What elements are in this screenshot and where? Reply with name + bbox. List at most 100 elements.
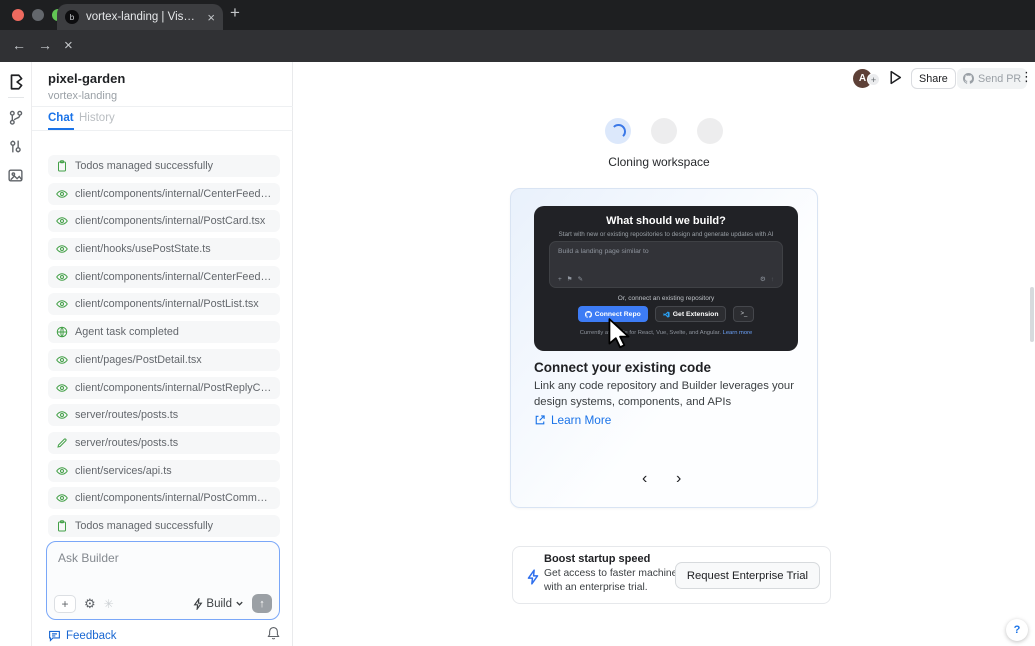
attach-plus-button[interactable]: + — [54, 594, 76, 613]
globe-icon — [56, 326, 68, 338]
help-button[interactable]: ? — [1006, 619, 1028, 641]
list-item-label: client/services/api.ts — [75, 464, 172, 477]
main-menu-kebab-icon[interactable]: ⋮ — [1020, 69, 1033, 85]
screenshot-buttons: Connect Repo Get Extension >_ — [534, 306, 798, 322]
tab-history[interactable]: History — [79, 112, 115, 124]
lightning-icon — [193, 597, 203, 610]
eye-icon — [56, 382, 68, 394]
list-item[interactable]: server/routes/posts.ts — [48, 431, 280, 454]
ask-builder-composer[interactable]: Ask Builder + ⚙ ✳ Build ↑ — [46, 541, 280, 620]
spinner-icon — [610, 123, 626, 139]
get-extension-button: Get Extension — [654, 306, 727, 322]
browser-toolbar: ← → × builder.io/app/projects/ec38a8fae3… — [0, 30, 1035, 88]
send-pr-button[interactable]: Send PR — [957, 68, 1028, 89]
tab-favicon-icon: b — [65, 10, 79, 24]
share-button[interactable]: Share — [911, 68, 956, 89]
project-title: pixel-garden — [48, 71, 126, 86]
request-enterprise-trial-button[interactable]: Request Enterprise Trial — [674, 562, 820, 589]
enterprise-promo-card: Boost startup speed Get access to faster… — [512, 546, 831, 604]
list-item-label: server/routes/posts.ts — [75, 409, 179, 422]
list-item[interactable]: client/components/internal/CenterFeed.ts… — [48, 265, 280, 288]
integrations-icon[interactable] — [7, 138, 25, 156]
sparkle-icon: ✳ — [103, 596, 114, 611]
tab-close-icon[interactable]: × — [207, 10, 215, 25]
new-tab-button[interactable]: + — [230, 3, 240, 23]
list-item[interactable]: Todos managed successfully — [48, 155, 280, 177]
eye-icon — [56, 298, 68, 310]
carousel-next-button[interactable]: › — [676, 470, 681, 488]
vscode-icon — [663, 310, 670, 318]
github-icon — [584, 310, 592, 318]
browser-tab[interactable]: b vortex-landing | Visual Editor × — [57, 4, 223, 30]
list-item-label: client/pages/PostDetail.tsx — [75, 353, 202, 366]
feedback-label: Feedback — [66, 629, 117, 642]
builder-app: pixel-garden vortex-landing Chat History… — [0, 62, 1035, 646]
stop-loading-button[interactable]: × — [64, 37, 73, 54]
list-item[interactable]: Agent task completed — [48, 321, 280, 344]
tab-chat[interactable]: Chat — [48, 112, 74, 130]
rail-divider — [8, 97, 24, 98]
clipboard-icon — [56, 520, 68, 532]
workspace-name: vortex-landing — [48, 90, 118, 102]
chat-sidebar: pixel-garden vortex-landing Chat History… — [32, 62, 293, 646]
flag-icon: ⚑ — [566, 276, 573, 283]
tab-title: vortex-landing | Visual Editor — [86, 11, 200, 23]
chevron-down-icon — [236, 601, 243, 606]
builder-logo-icon[interactable] — [7, 73, 25, 91]
product-screenshot: What should we build? Start with new or … — [534, 206, 798, 351]
window-close-button[interactable] — [12, 9, 24, 21]
eye-icon — [56, 465, 68, 477]
notifications-bell-icon[interactable] — [267, 626, 280, 645]
composer-toolbar: + ⚙ ✳ Build ↑ — [54, 594, 272, 613]
sidebar-tabs: Chat History — [32, 107, 293, 131]
screenshot-prompt-input: Build a landing page similar to + ⚑ ✎ ⚙ … — [549, 241, 783, 288]
list-item-label: Agent task completed — [75, 326, 179, 339]
list-item[interactable]: Todos managed successfully — [48, 514, 280, 537]
carousel-prev-button[interactable]: ‹ — [642, 470, 647, 488]
list-item[interactable]: client/components/internal/PostReplyComp… — [48, 376, 280, 399]
pencil-icon — [56, 437, 68, 449]
list-item-label: client/hooks/usePostState.ts — [75, 243, 211, 256]
list-item[interactable]: client/pages/PostDetail.tsx — [48, 348, 280, 371]
terminal-button: >_ — [733, 306, 755, 322]
card-description: Link any code repository and Builder lev… — [534, 380, 794, 408]
build-mode-dropdown[interactable]: Build — [193, 597, 244, 610]
composer-settings-gear-icon[interactable]: ⚙ — [84, 596, 96, 612]
list-item[interactable]: client/hooks/usePostState.ts — [48, 238, 280, 261]
eye-icon — [56, 492, 68, 504]
learn-more-link[interactable]: Learn More — [534, 413, 611, 427]
run-preview-button[interactable] — [889, 70, 903, 86]
list-item-label: Todos managed successfully — [75, 160, 214, 172]
step-dot — [651, 118, 677, 144]
invite-user-button[interactable]: + — [867, 73, 880, 86]
scrollbar-thumb[interactable] — [1030, 287, 1034, 342]
window-minimize-button[interactable] — [32, 9, 44, 21]
list-item-label: client/components/internal/CenterFeed.ts… — [75, 270, 272, 283]
list-item-label: client/components/internal/CenterFeed.ts… — [75, 187, 272, 200]
feedback-link[interactable]: Feedback — [48, 629, 117, 642]
list-item[interactable]: client/services/api.ts — [48, 459, 280, 482]
composer-placeholder: Ask Builder — [58, 551, 119, 565]
external-link-icon — [535, 415, 545, 425]
send-pr-label: Send PR — [978, 72, 1022, 85]
learn-more-label: Learn More — [551, 413, 612, 427]
list-item-label: client/components/internal/PostCommentTh… — [75, 492, 272, 505]
forward-button[interactable]: → — [38, 37, 52, 53]
send-message-button[interactable]: ↑ — [252, 594, 272, 613]
list-item[interactable]: client/components/internal/PostCard.tsx — [48, 210, 280, 233]
back-button[interactable]: ← — [12, 37, 26, 53]
gear-icon: ⚙ — [759, 276, 766, 283]
loading-status-label: Cloning workspace — [608, 155, 710, 169]
mouse-cursor — [608, 318, 630, 349]
source-control-icon[interactable] — [7, 109, 25, 127]
list-item-label: Todos managed successfully — [75, 519, 214, 532]
plus-icon: + — [558, 275, 562, 283]
card-title: Connect your existing code — [534, 360, 712, 375]
list-item[interactable]: client/components/internal/PostCommentTh… — [48, 487, 280, 510]
list-item[interactable]: client/components/internal/CenterFeed.ts… — [48, 182, 280, 205]
list-item[interactable]: server/routes/posts.ts — [48, 404, 280, 427]
media-icon[interactable] — [7, 167, 25, 185]
eye-icon — [56, 243, 68, 255]
list-item-label: client/components/internal/PostReplyComp… — [75, 381, 272, 394]
list-item[interactable]: client/components/internal/PostList.tsx — [48, 293, 280, 316]
